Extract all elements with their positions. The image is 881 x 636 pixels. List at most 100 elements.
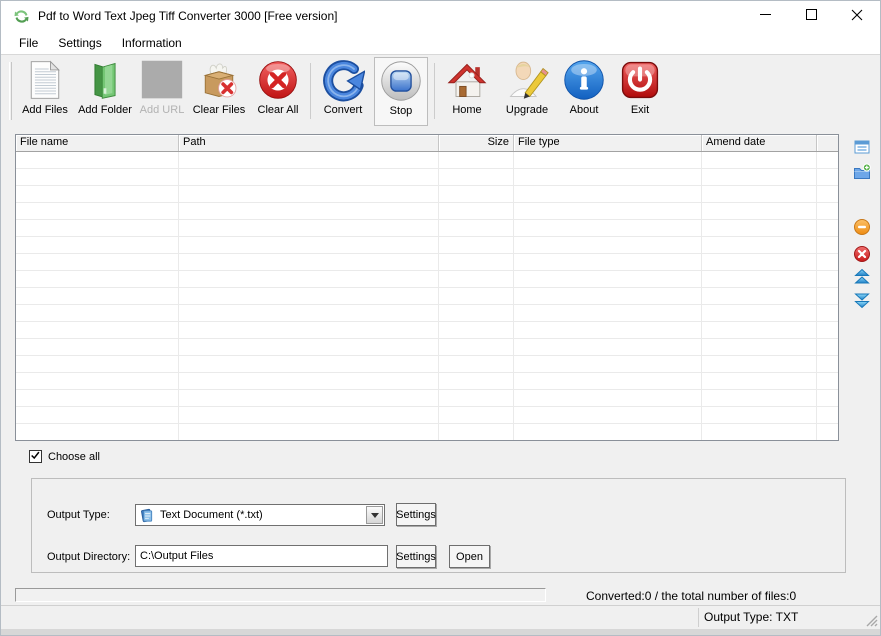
converted-count-text: Converted:0 / the total number of files:… (586, 589, 796, 603)
side-remove-all-button[interactable] (852, 245, 872, 265)
toolbar-gripper[interactable] (9, 62, 12, 120)
convert-icon (320, 57, 366, 103)
app-icon (13, 8, 30, 25)
status-output-type: Output Type: TXT (704, 610, 798, 624)
column-header-file-type[interactable]: File type (514, 135, 702, 151)
clear-all-icon (255, 57, 301, 103)
menu-file[interactable]: File (9, 33, 48, 53)
convert-label: Convert (324, 104, 363, 116)
double-chevron-up-icon (853, 268, 871, 289)
open-output-button[interactable]: Open (449, 545, 490, 568)
minus-circle-icon (853, 218, 871, 239)
about-button[interactable]: About (559, 57, 609, 126)
add-files-icon (22, 57, 68, 103)
add-folder-icon (82, 57, 128, 103)
text-document-icon (139, 508, 154, 523)
column-header-file-name[interactable]: File name (16, 135, 179, 151)
column-header-amend-date[interactable]: Amend date (702, 135, 817, 151)
side-remove-button[interactable] (852, 218, 872, 238)
menu-settings[interactable]: Settings (48, 33, 111, 53)
file-list[interactable]: File name Path Size File type Amend date (15, 134, 839, 441)
app-window: Pdf to Word Text Jpeg Tiff Converter 300… (0, 0, 881, 636)
about-label: About (570, 104, 599, 116)
clear-files-icon (196, 57, 242, 103)
maximize-icon (806, 9, 817, 23)
window-title: Pdf to Word Text Jpeg Tiff Converter 300… (38, 9, 337, 23)
double-chevron-down-icon (853, 291, 871, 312)
chevron-down-icon (371, 509, 379, 521)
column-grid-line (701, 152, 702, 440)
stop-icon (378, 58, 424, 104)
exit-button[interactable]: Exit (613, 57, 667, 126)
add-files-button[interactable]: Add Files (17, 57, 73, 126)
window-bottom-edge (1, 629, 880, 636)
side-add-folder-button[interactable] (852, 163, 872, 183)
file-list-body[interactable] (16, 152, 838, 440)
folder-plus-icon (853, 163, 871, 184)
side-move-up-button[interactable] (852, 268, 872, 288)
exit-icon (617, 57, 663, 103)
file-lines-icon (853, 138, 871, 159)
output-type-combobox[interactable]: Text Document (*.txt) (135, 504, 385, 526)
clear-files-label: Clear Files (193, 104, 246, 116)
file-list-header: File name Path Size File type Amend date (16, 135, 838, 152)
choose-all-checkbox[interactable]: Choose all (29, 450, 100, 463)
home-button[interactable]: Home (439, 57, 495, 126)
column-grid-line (178, 152, 179, 440)
clear-all-button[interactable]: Clear All (251, 57, 305, 126)
status-bar: Output Type: TXT (1, 605, 880, 629)
output-directory-input[interactable] (135, 545, 388, 567)
title-bar: Pdf to Word Text Jpeg Tiff Converter 300… (1, 1, 880, 31)
output-directory-label: Output Directory: (47, 551, 130, 563)
x-circle-icon (853, 245, 871, 266)
column-grid-line (816, 152, 817, 440)
minimize-button[interactable] (742, 1, 788, 31)
combo-dropdown-button[interactable] (366, 506, 383, 524)
progress-bar (15, 588, 546, 602)
add-url-icon (139, 57, 185, 103)
window-controls (742, 1, 880, 31)
column-header-size[interactable]: Size (439, 135, 514, 151)
about-icon (561, 57, 607, 103)
output-type-value: Text Document (*.txt) (160, 509, 366, 521)
close-icon (851, 9, 863, 24)
output-type-settings-button[interactable]: Settings (396, 503, 436, 526)
checkbox-box[interactable] (29, 450, 42, 463)
output-groupbox: Output Type: Text Document (*.txt) Setti… (31, 478, 846, 573)
add-url-button: Add URL (137, 57, 187, 126)
add-folder-label: Add Folder (78, 104, 132, 116)
upgrade-icon (504, 57, 550, 103)
output-type-label: Output Type: (47, 509, 110, 521)
main-toolbar: Add Files Add Folder Add URL (1, 54, 880, 128)
exit-label: Exit (631, 104, 649, 116)
column-header-path[interactable]: Path (179, 135, 439, 151)
choose-all-label: Choose all (48, 451, 100, 463)
home-label: Home (452, 104, 481, 116)
home-icon (444, 57, 490, 103)
close-button[interactable] (834, 1, 880, 31)
maximize-button[interactable] (788, 1, 834, 31)
output-directory-settings-button[interactable]: Settings (396, 545, 436, 568)
stop-label: Stop (390, 105, 413, 117)
upgrade-button[interactable]: Upgrade (497, 57, 557, 126)
toolbar-separator (434, 63, 435, 119)
status-bar-separator (698, 608, 699, 627)
convert-button[interactable]: Convert (315, 57, 371, 126)
minimize-icon (760, 9, 771, 23)
check-icon (30, 450, 41, 464)
column-grid-line (513, 152, 514, 440)
column-grid-line (438, 152, 439, 440)
column-header-filler (817, 135, 838, 151)
menu-bar: File Settings Information (1, 31, 880, 54)
toolbar-separator (310, 63, 311, 119)
clear-files-button[interactable]: Clear Files (189, 57, 249, 126)
stop-button[interactable]: Stop (374, 57, 428, 126)
clear-all-label: Clear All (258, 104, 299, 116)
upgrade-label: Upgrade (506, 104, 548, 116)
menu-information[interactable]: Information (112, 33, 192, 53)
side-add-files-button[interactable] (852, 138, 872, 158)
add-folder-button[interactable]: Add Folder (75, 57, 135, 126)
add-url-label: Add URL (140, 104, 185, 116)
resize-grip[interactable] (864, 613, 878, 627)
side-move-down-button[interactable] (852, 291, 872, 311)
